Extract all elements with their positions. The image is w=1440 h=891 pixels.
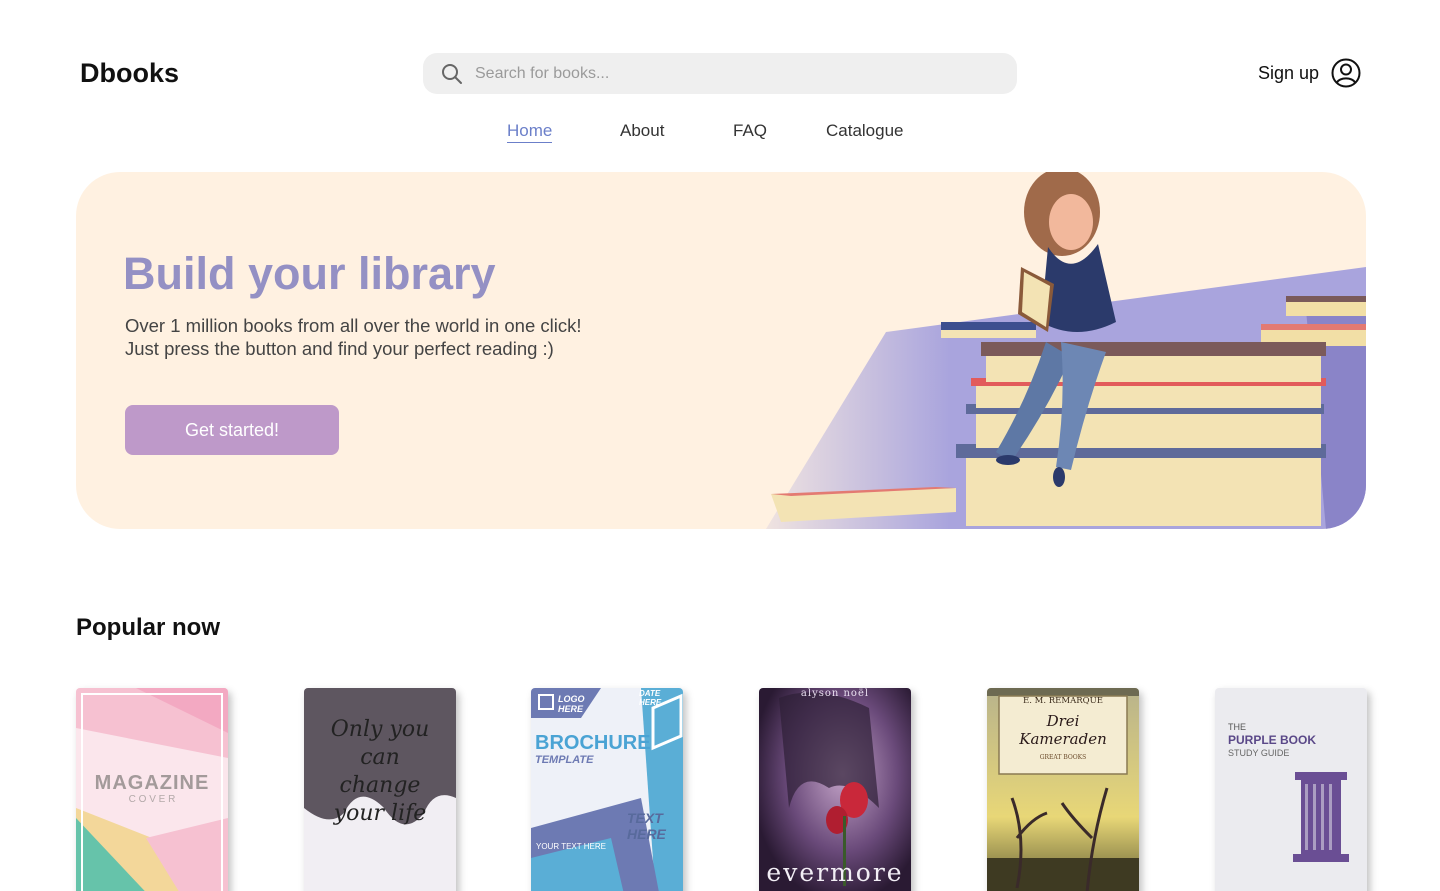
search-input[interactable] xyxy=(475,64,955,83)
purple-book-cover-art xyxy=(1215,688,1367,891)
brochure-date-text: DATE HERE xyxy=(639,689,662,707)
nav-catalogue[interactable]: Catalogue xyxy=(826,121,904,141)
book-card-magazine[interactable]: MAGAZINE C O V E R xyxy=(76,688,228,891)
brochure-text-here: TEXT HERE xyxy=(627,810,666,842)
book-1-subtitle: C O V E R xyxy=(128,794,176,805)
hero-subtitle-line-1: Over 1 million books from all over the w… xyxy=(125,315,582,336)
hero-banner: Build your library Over 1 million books … xyxy=(76,172,1366,529)
signup-label: Sign up xyxy=(1258,62,1320,83)
nav-faq[interactable]: FAQ xyxy=(733,121,767,141)
hero-subtitle: Over 1 million books from all over the w… xyxy=(125,314,582,360)
site-logo[interactable]: Dbooks xyxy=(80,58,179,89)
book-card-purple-book[interactable]: THE PURPLE BOOK STUDY GUIDE xyxy=(1215,688,1367,891)
popular-section-title: Popular now xyxy=(76,614,220,641)
book-4-author: alyson noël xyxy=(800,688,870,699)
brochure-logo-text: LOGO HERE xyxy=(558,694,585,714)
search-icon xyxy=(442,63,462,84)
signup-button[interactable]: Sign up xyxy=(1258,58,1361,88)
book-5-author: E. M. REMARQUE xyxy=(1023,696,1103,706)
book-6-title-line-3: STUDY GUIDE xyxy=(1228,748,1290,758)
book-6-title-line-1: THE xyxy=(1228,722,1246,732)
book-3-subtitle: TEMPLATE xyxy=(535,754,594,766)
user-account-icon xyxy=(1331,58,1361,88)
search-bar[interactable] xyxy=(423,53,1017,94)
book-5-badge: GREAT BOOKS xyxy=(1039,754,1087,761)
book-2-title: Only you can change your life xyxy=(330,717,430,826)
book-6-title-line-2: PURPLE BOOK xyxy=(1228,733,1317,747)
book-card-brochure[interactable]: LOGO HERE DATE HERE BROCHURE TEMPLATE TE… xyxy=(531,688,683,891)
book-card-drei-kameraden[interactable]: E. M. REMARQUE Drei Kameraden GREAT BOOK… xyxy=(987,688,1139,891)
book-card-evermore[interactable]: alyson noël evermore xyxy=(759,688,911,891)
book-4-title: evermore xyxy=(766,858,904,887)
main-nav: Home About FAQ Catalogue xyxy=(0,121,1440,151)
brochure-your-text: YOUR TEXT HERE xyxy=(536,842,606,851)
brochure-cover-art xyxy=(531,688,683,891)
hero-subtitle-line-2: Just press the button and find your perf… xyxy=(125,338,554,359)
reading-woman-illustration xyxy=(726,172,1366,529)
book-3-title: BROCHURE xyxy=(535,732,651,754)
nav-home[interactable]: Home xyxy=(507,121,553,143)
hero-title: Build your library xyxy=(123,248,496,299)
get-started-button[interactable]: Get started! xyxy=(125,405,339,455)
book-5-title-line-1: Drei xyxy=(1046,712,1080,730)
book-card-handwritten[interactable]: Only you can change your life xyxy=(304,688,456,891)
nav-about[interactable]: About xyxy=(620,121,664,141)
book-1-title: MAGAZINE xyxy=(94,772,210,794)
book-5-title-line-2: Kameraden xyxy=(1019,730,1107,748)
